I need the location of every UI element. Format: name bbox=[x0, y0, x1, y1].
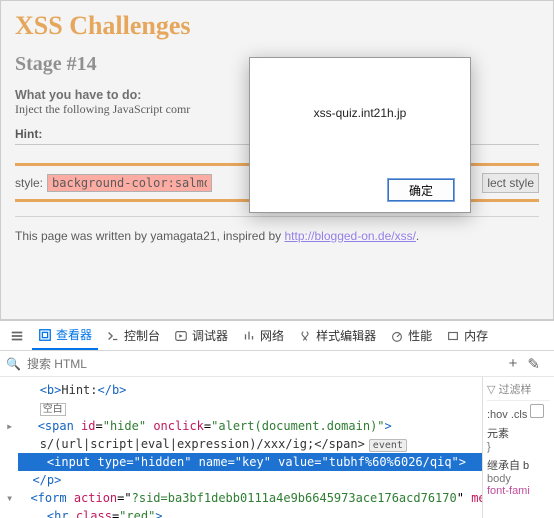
tok: Hint: bbox=[61, 383, 97, 397]
memory-icon bbox=[446, 329, 460, 343]
hov-toggle[interactable]: :hov .cls bbox=[487, 404, 550, 421]
style-input[interactable] bbox=[47, 174, 212, 192]
dom-line[interactable]: s/(url|script|eval|expression)/xxx/ig;</… bbox=[18, 435, 482, 453]
cls-box-icon[interactable] bbox=[530, 404, 544, 418]
tab-inspector[interactable]: 查看器 bbox=[32, 322, 98, 350]
tab-debugger[interactable]: 调试器 bbox=[168, 322, 234, 350]
tab-debugger-label: 调试器 bbox=[192, 327, 228, 344]
tab-console-label: 控制台 bbox=[124, 327, 160, 344]
section-inherited: 继承自 b bbox=[487, 457, 550, 473]
perf-icon bbox=[390, 329, 404, 343]
tab-perf-label: 性能 bbox=[408, 327, 432, 344]
footer-text: This page was written by yamagata21, ins… bbox=[15, 229, 284, 243]
section-element: 元素 bbox=[487, 425, 550, 441]
styles-icon bbox=[298, 329, 312, 343]
tab-memory[interactable]: 内存 bbox=[440, 322, 494, 350]
tok: </b> bbox=[98, 383, 127, 397]
inspector-tools: + ✎ bbox=[509, 355, 548, 373]
dom-line[interactable]: 空白 bbox=[18, 399, 482, 417]
search-icon: 🔍 bbox=[6, 357, 21, 371]
devtools-main: <b>Hint:</b> 空白 <span id="hide" onclick=… bbox=[0, 377, 554, 518]
html-search-row: 🔍 + ✎ bbox=[0, 351, 554, 377]
tab-styles-label: 样式编辑器 bbox=[316, 327, 376, 344]
tab-memory-label: 内存 bbox=[464, 327, 488, 344]
footer-suffix: . bbox=[416, 229, 419, 243]
dom-line-selected[interactable]: <input type="hidden" name="key" value="t… bbox=[18, 453, 482, 471]
tab-inspector-label: 查看器 bbox=[56, 326, 92, 343]
eyedropper-icon[interactable]: ✎ bbox=[527, 355, 540, 373]
devtools-panel: 查看器 控制台 调试器 网络 样式编辑器 性能 内存 🔍 + ✎ <b>Hint… bbox=[0, 320, 554, 518]
tab-network[interactable]: 网络 bbox=[236, 322, 290, 350]
styles-sidepane: ▽ 过滤样 :hov .cls 元素 } 继承自 b body font-fam… bbox=[482, 377, 554, 518]
tok: ?sid=ba3bf1debb0111a4e9b6645973ace176acd… bbox=[132, 491, 457, 505]
tab-console[interactable]: 控制台 bbox=[100, 322, 166, 350]
add-node-icon[interactable]: + bbox=[509, 355, 518, 373]
event-badge[interactable]: event bbox=[369, 439, 407, 452]
alert-ok-button[interactable]: 确定 bbox=[388, 179, 454, 201]
style-label: style: bbox=[15, 176, 43, 190]
challenge-page: XSS Challenges Stage #14 What you have t… bbox=[0, 0, 554, 320]
footer-link[interactable]: http://blogged-on.de/xss/ bbox=[284, 229, 415, 243]
filter-row: ▽ 过滤样 bbox=[487, 381, 550, 401]
footer: This page was written by yamagata21, ins… bbox=[15, 216, 539, 243]
dom-line[interactable]: <form action="?sid=ba3bf1debb0111a4e9b66… bbox=[18, 489, 482, 507]
html-search-input[interactable] bbox=[27, 357, 503, 371]
tab-perf[interactable]: 性能 bbox=[384, 322, 438, 350]
dom-tree[interactable]: <b>Hint:</b> 空白 <span id="hide" onclick=… bbox=[0, 377, 482, 518]
rule-body[interactable]: body bbox=[487, 473, 550, 485]
console-icon bbox=[106, 329, 120, 343]
inspector-icon bbox=[38, 328, 52, 342]
tab-network-label: 网络 bbox=[260, 327, 284, 344]
menu-icon bbox=[10, 329, 24, 343]
tok: <b> bbox=[40, 383, 62, 397]
page-title: XSS Challenges bbox=[15, 11, 539, 41]
debugger-icon bbox=[174, 329, 188, 343]
select-style-button[interactable]: lect style bbox=[482, 173, 539, 193]
dom-line[interactable]: <hr class="red"> bbox=[18, 507, 482, 518]
tab-styles[interactable]: 样式编辑器 bbox=[292, 322, 382, 350]
alert-message: xss-quiz.int21h.jp bbox=[250, 58, 470, 168]
whitespace-badge: 空白 bbox=[40, 403, 66, 416]
tok: </p> bbox=[32, 473, 61, 487]
dom-line[interactable]: <span id="hide" onclick="alert(document.… bbox=[18, 417, 482, 435]
dom-line[interactable]: </p> bbox=[18, 471, 482, 489]
network-icon bbox=[242, 329, 256, 343]
devtools-tabbar: 查看器 控制台 调试器 网络 样式编辑器 性能 内存 bbox=[0, 321, 554, 351]
filter-label: 过滤样 bbox=[498, 381, 531, 397]
funnel-icon: ▽ bbox=[487, 383, 495, 396]
brace: } bbox=[487, 441, 550, 453]
rule-font[interactable]: font-fami bbox=[487, 485, 550, 497]
tok: s/(url|script|eval|expression)/xxx/ig;</… bbox=[40, 437, 365, 451]
dom-line[interactable]: <b>Hint:</b> bbox=[18, 381, 482, 399]
alert-buttons: 确定 bbox=[250, 168, 470, 212]
alert-dialog: xss-quiz.int21h.jp 确定 bbox=[249, 57, 471, 213]
toolbox-menu[interactable] bbox=[4, 322, 30, 350]
